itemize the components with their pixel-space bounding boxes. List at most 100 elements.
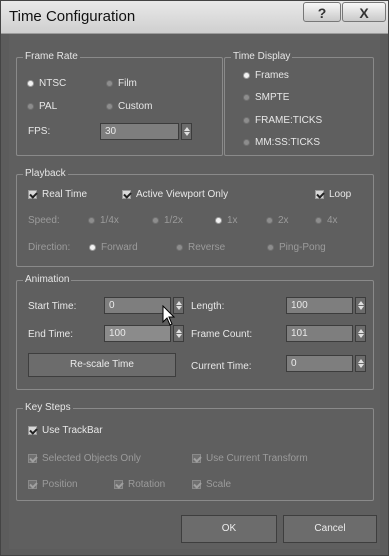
film-radio[interactable]: Film	[107, 78, 137, 89]
title-bar: Time Configuration ? X	[1, 1, 388, 34]
rescale-time-button[interactable]: Re-scale Time	[28, 353, 176, 377]
mmss-ticks-label: MM:SS:TICKS	[255, 137, 321, 148]
frame-count-label: Frame Count:	[191, 329, 253, 340]
use-current-transform-label: Use Current Transform	[206, 453, 308, 464]
playback-group: Playback Real Time Active Viewport Only …	[16, 168, 374, 267]
radio-icon	[107, 103, 112, 109]
radio-selected-icon	[216, 217, 221, 223]
ping-pong-label: Ping-Pong	[279, 242, 326, 253]
direction-label: Direction:	[28, 242, 71, 253]
current-time-spinner[interactable]	[355, 355, 366, 372]
time-configuration-dialog: Time Configuration ? X Frame Rate NTSC F…	[0, 0, 389, 556]
start-time-input[interactable]: 0	[104, 297, 171, 314]
rescale-time-label: Re-scale Time	[70, 359, 134, 370]
radio-icon	[89, 217, 94, 223]
use-current-transform-checkbox[interactable]: Use Current Transform	[192, 453, 308, 464]
frame-rate-label: Frame Rate	[23, 51, 80, 62]
fps-input[interactable]: 30	[100, 123, 179, 140]
active-viewport-checkbox[interactable]: Active Viewport Only	[122, 189, 228, 200]
forward-radio[interactable]: Forward	[90, 242, 138, 253]
end-time-label: End Time:	[28, 329, 74, 340]
speed-label: Speed:	[28, 215, 60, 226]
cancel-button[interactable]: Cancel	[283, 515, 377, 543]
pal-radio[interactable]: PAL	[28, 101, 57, 112]
smpte-radio[interactable]: SMPTE	[244, 92, 289, 103]
radio-icon	[107, 80, 112, 86]
checkbox-checked-icon	[122, 189, 131, 199]
frame-ticks-radio[interactable]: FRAME:TICKS	[244, 115, 322, 126]
fps-label: FPS:	[28, 126, 51, 137]
real-time-label: Real Time	[42, 189, 88, 200]
frame-rate-group: Frame Rate NTSC Film PAL Custom FPS: 30	[16, 51, 223, 156]
speed-4x-radio[interactable]: 4x	[316, 215, 338, 226]
cancel-label: Cancel	[314, 523, 346, 534]
speed-half-radio[interactable]: 1/2x	[153, 215, 183, 226]
radio-icon	[244, 94, 249, 100]
radio-icon	[28, 103, 33, 109]
ok-label: OK	[221, 523, 237, 534]
use-trackbar-checkbox[interactable]: Use TrackBar	[28, 425, 103, 436]
ntsc-radio[interactable]: NTSC	[28, 78, 66, 89]
mmss-ticks-radio[interactable]: MM:SS:TICKS	[244, 137, 320, 148]
window-title: Time Configuration	[9, 8, 136, 25]
key-steps-group: Key Steps Use TrackBar Selected Objects …	[16, 402, 374, 501]
custom-radio[interactable]: Custom	[107, 101, 152, 112]
radio-icon	[244, 117, 249, 123]
speed-2x-radio[interactable]: 2x	[267, 215, 289, 226]
rotation-checkbox[interactable]: Rotation	[114, 479, 165, 490]
speed-1x-label: 1x	[227, 215, 238, 226]
speed-half-label: 1/2x	[164, 215, 183, 226]
scale-checkbox[interactable]: Scale	[192, 479, 231, 490]
start-time-label: Start Time:	[28, 301, 77, 312]
speed-quarter-radio[interactable]: 1/4x	[89, 215, 119, 226]
current-time-input[interactable]: 0	[286, 355, 353, 372]
checkbox-checked-icon	[28, 453, 37, 463]
speed-quarter-label: 1/4x	[100, 215, 119, 226]
custom-label: Custom	[118, 101, 153, 112]
help-icon: ?	[317, 5, 327, 21]
reverse-radio[interactable]: Reverse	[177, 242, 225, 253]
ping-pong-radio[interactable]: Ping-Pong	[268, 242, 326, 253]
position-checkbox[interactable]: Position	[28, 479, 78, 490]
playback-label: Playback	[23, 168, 68, 179]
help-button[interactable]: ?	[303, 2, 341, 22]
frame-ticks-label: FRAME:TICKS	[255, 115, 323, 126]
length-input[interactable]: 100	[286, 297, 353, 314]
fps-spinner[interactable]	[181, 123, 192, 140]
radio-selected-icon	[244, 72, 249, 78]
frame-count-input[interactable]: 101	[286, 325, 353, 342]
film-label: Film	[118, 78, 137, 89]
frames-label: Frames	[255, 70, 289, 81]
animation-group: Animation Start Time: 0 Length: 100 End …	[16, 274, 374, 390]
end-time-spinner[interactable]	[173, 325, 184, 342]
position-label: Position	[42, 479, 78, 490]
checkbox-checked-icon	[315, 189, 324, 199]
reverse-label: Reverse	[188, 242, 226, 253]
pal-label: PAL	[39, 101, 58, 112]
radio-icon	[267, 217, 272, 223]
selected-objects-only-label: Selected Objects Only	[42, 453, 141, 464]
frames-radio[interactable]: Frames	[244, 70, 289, 81]
speed-1x-radio[interactable]: 1x	[216, 215, 238, 226]
scale-label: Scale	[206, 479, 232, 490]
end-time-input[interactable]: 100	[104, 325, 171, 342]
real-time-checkbox[interactable]: Real Time	[28, 189, 87, 200]
radio-selected-icon	[90, 244, 95, 250]
radio-icon	[268, 244, 273, 250]
time-display-group: Time Display Frames SMPTE FRAME:TICKS MM…	[224, 51, 374, 156]
radio-icon	[244, 139, 249, 145]
loop-checkbox[interactable]: Loop	[315, 189, 351, 200]
ok-button[interactable]: OK	[181, 515, 277, 543]
checkbox-checked-icon	[192, 479, 201, 489]
close-button[interactable]: X	[342, 2, 386, 22]
radio-icon	[153, 217, 158, 223]
length-spinner[interactable]	[355, 297, 366, 314]
checkbox-checked-icon	[28, 189, 37, 199]
checkbox-checked-icon	[28, 479, 37, 489]
selected-objects-only-checkbox[interactable]: Selected Objects Only	[28, 453, 141, 464]
frame-count-spinner[interactable]	[355, 325, 366, 342]
smpte-label: SMPTE	[255, 92, 290, 103]
key-steps-label: Key Steps	[23, 402, 73, 413]
mouse-pointer-icon	[162, 305, 176, 326]
current-time-label: Current Time:	[191, 361, 252, 372]
